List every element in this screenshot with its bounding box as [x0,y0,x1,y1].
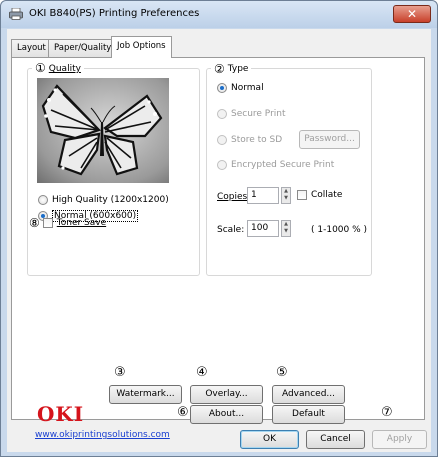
oki-website-link[interactable]: www.okiprintingsolutions.com [35,430,170,440]
close-icon: ✕ [406,7,418,21]
watermark-button[interactable]: Watermark... [109,385,182,404]
oki-logo: OKI [37,402,85,426]
type-secure-print-label: Secure Print [231,109,286,119]
scale-range: ( 1-1000 % ) [311,225,368,235]
marker-2: ② [214,62,225,76]
ok-button[interactable]: OK [240,430,299,449]
window-title: OKI B840(PS) Printing Preferences [29,8,200,19]
type-encrypted-radio[interactable] [217,160,227,170]
type-secure-print-option[interactable]: Secure Print [217,109,286,119]
copies-input[interactable]: 1 [247,187,279,204]
marker-5: ⑤ [276,365,288,380]
type-store-sd-option[interactable]: Store to SD [217,135,282,145]
type-group: ② Type Normal Secure Print Store to SD P… [206,62,372,276]
type-encrypted-label: Encrypted Secure Print [231,160,335,170]
scale-input[interactable]: 100 [247,220,279,237]
type-store-sd-radio[interactable] [217,135,227,145]
quality-high-option[interactable]: High Quality (1200x1200) [38,195,169,205]
cancel-button[interactable]: Cancel [306,430,365,449]
type-normal-option[interactable]: Normal [217,83,264,93]
close-button[interactable]: ✕ [393,5,431,23]
spin-up-icon[interactable]: ▲ [282,221,290,228]
printing-preferences-window: OKI B840(PS) Printing Preferences ✕ Layo… [0,0,438,457]
marker-6: ⑥ [177,405,189,420]
ok-button-label: OK [263,434,276,444]
scale-label: Scale: [217,225,245,235]
quality-high-radio[interactable] [38,195,48,205]
quality-high-label: High Quality (1200x1200) [52,195,169,205]
default-button-label: Default [292,409,325,419]
type-encrypted-option[interactable]: Encrypted Secure Print [217,160,334,170]
printer-icon [9,8,23,20]
copies-spinner[interactable]: ▲ ▼ [281,187,291,204]
advanced-button[interactable]: Advanced... [272,385,345,404]
dialog-body: Layout Paper/Quality Job Options ① Quali… [7,29,431,452]
title-bar[interactable]: OKI B840(PS) Printing Preferences ✕ [1,1,437,28]
spin-down-icon[interactable]: ▼ [282,195,290,202]
about-button-label: About... [208,409,245,419]
apply-button-label: Apply [386,434,413,444]
marker-1: ① [35,61,46,76]
quality-group-label: ① Quality [32,62,84,76]
collate-label: Collate [311,190,343,200]
about-button[interactable]: About... [190,405,263,424]
apply-button[interactable]: Apply [372,430,427,449]
password-button[interactable]: Password... [299,130,360,149]
collate-checkbox[interactable] [297,190,307,200]
type-normal-radio[interactable] [217,83,227,93]
overlay-button-label: Overlay... [205,389,248,399]
watermark-button-label: Watermark... [116,389,175,399]
copies-label: Copies [217,192,248,202]
tab-job-options[interactable]: Job Options [111,36,172,58]
toner-save-row[interactable]: ⑧ Toner Save [29,216,106,230]
advanced-button-label: Advanced... [281,389,336,399]
scale-spinner[interactable]: ▲ ▼ [281,220,291,237]
overlay-button[interactable]: Overlay... [190,385,263,404]
marker-7: ⑦ [381,405,393,420]
type-normal-label: Normal [231,83,264,93]
type-group-label: ② Type [211,62,252,76]
butterfly-preview-image [37,78,169,183]
type-secure-print-radio[interactable] [217,109,227,119]
tab-job-options-label: Job Options [117,41,166,51]
password-button-label: Password... [304,134,355,144]
default-button[interactable]: Default [272,405,345,424]
type-label: Type [227,64,249,74]
tab-paper-quality[interactable]: Paper/Quality [48,39,118,57]
toner-save-label: Toner Save [56,218,107,228]
collate-row[interactable]: Collate [297,190,342,200]
marker-4: ④ [196,365,208,380]
cancel-button-label: Cancel [320,434,351,444]
tab-layout-label: Layout [17,43,46,53]
quality-group: ① Quality High Quality (1200x1200) Norma… [27,62,200,276]
toner-save-checkbox[interactable] [42,218,53,228]
type-store-sd-label: Store to SD [231,135,283,145]
spin-down-icon[interactable]: ▼ [282,228,290,235]
tab-paper-quality-label: Paper/Quality [54,43,112,53]
marker-3: ③ [114,365,126,380]
job-options-panel: ① Quality High Quality (1200x1200) Norma… [11,57,425,440]
quality-label: Quality [48,64,81,74]
marker-8: ⑧ [29,216,40,230]
spin-up-icon[interactable]: ▲ [282,188,290,195]
tab-layout[interactable]: Layout [11,39,52,57]
